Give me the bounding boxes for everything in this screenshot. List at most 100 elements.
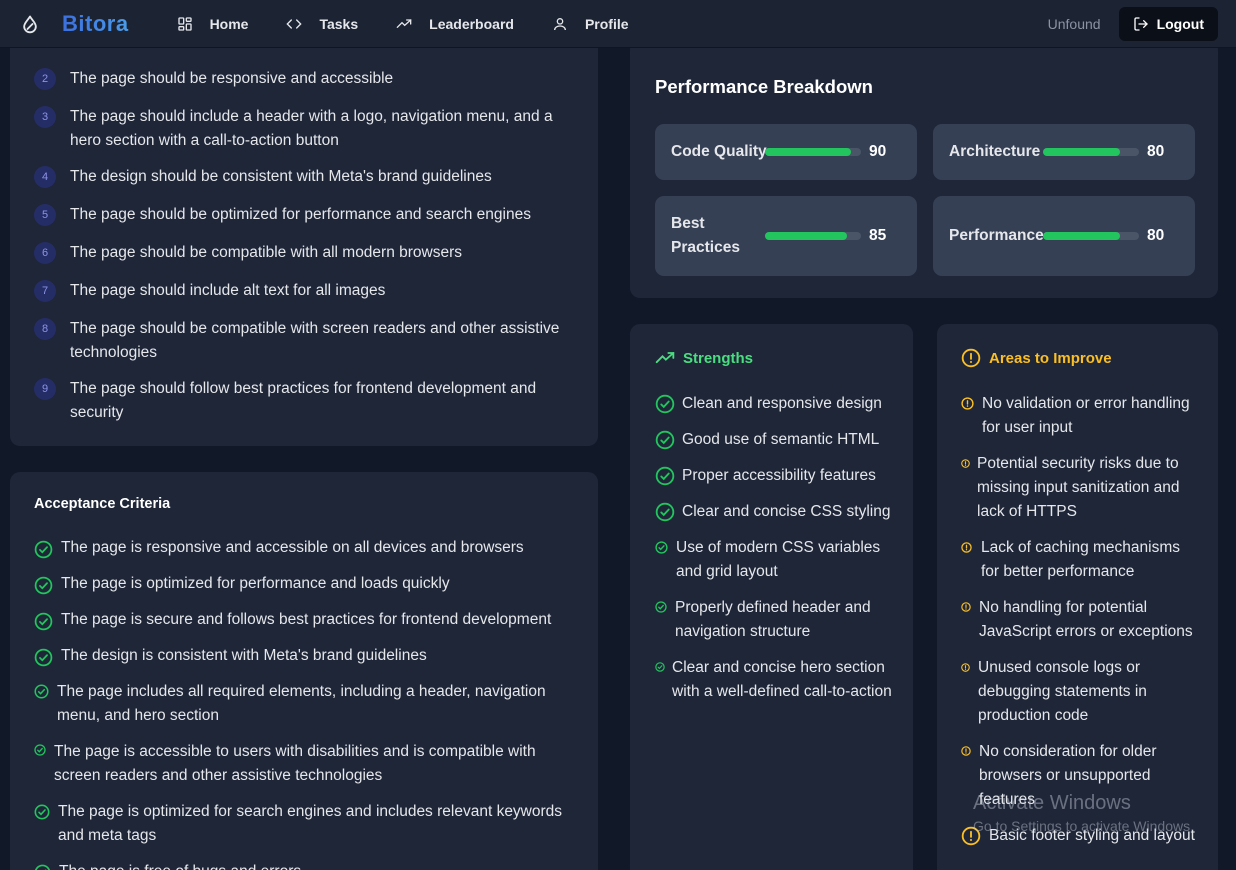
check-circle-icon [655,466,675,486]
metric-value: 90 [869,143,887,160]
requirement-text: The page should be optimized for perform… [70,206,531,223]
trending-up-icon [396,18,412,28]
alert-circle-icon [961,459,970,468]
check-circle-icon [34,744,46,756]
improve-text: Lack of caching mechanisms for better pe… [981,539,1181,580]
logo[interactable]: Bitora [20,11,129,37]
improve-text: Potential security risks due to missing … [977,455,1180,520]
improve-item: No handling for potential JavaScript err… [961,596,1201,644]
nav-tasks-label: Tasks [319,15,359,32]
acceptance-item: The page is optimized for search engines… [34,800,578,848]
requirement-item: 6 The page should be compatible with all… [34,241,580,265]
check-circle-icon [34,684,49,699]
check-circle-icon [655,601,667,613]
requirement-number: 2 [34,68,56,90]
nav-home[interactable]: Home [177,15,249,32]
activation-watermark-subtitle: Go to Settings to activate Windows. [973,818,1194,834]
nav-tasks[interactable]: Tasks [286,16,358,32]
check-circle-icon [655,430,675,450]
acceptance-item: The page includes all required elements,… [34,680,577,728]
requirement-item: 3 The page should include a header with … [34,105,580,153]
acceptance-criteria-title: Acceptance Criteria [34,496,171,512]
check-circle-icon [655,394,675,414]
areas-to-improve-card: Areas to Improve No validation or error … [937,324,1218,870]
flame-logo-icon [23,15,37,33]
improve-text: No handling for potential JavaScript err… [979,599,1193,640]
app-name: Bitora [62,10,129,36]
metric-architecture: Architecture 80 [933,124,1195,180]
requirement-number: 9 [34,378,56,400]
metric-progress-bar [1043,148,1139,156]
activation-watermark-title: Activate Windows [973,792,1131,814]
logout-icon [1133,17,1148,31]
acceptance-item: The page is free of bugs and errors [34,860,579,870]
requirement-item: 7 The page should include alt text for a… [34,279,580,303]
metric-progress-fill [765,148,852,156]
nav-leaderboard-label: Leaderboard [429,15,514,32]
requirement-number: 4 [34,166,56,188]
requirement-item: 8 The page should be compatible with scr… [34,317,580,365]
trending-up-icon [655,352,675,364]
user-icon [553,17,566,30]
check-circle-icon [655,662,665,672]
metric-progress-fill [1043,148,1120,156]
alert-circle-icon [961,746,971,756]
strength-item: Proper accessibility features [655,464,905,488]
improve-title: Areas to Improve [989,349,1112,367]
requirement-text: The page should be compatible with all m… [70,244,463,261]
metric-progress-bar [765,148,861,156]
acceptance-text: The page is optimized for search engines… [58,803,563,844]
strength-text: Clean and responsive design [682,395,882,412]
strengths-card: Strengths Clean and responsive design Go… [630,324,913,870]
requirement-item: 4 The design should be consistent with M… [34,165,580,189]
alert-circle-icon [961,348,981,368]
performance-title: Performance Breakdown [655,76,873,97]
requirement-text: The page should be compatible with scree… [70,320,560,361]
nav-leaderboard[interactable]: Leaderboard [396,16,514,32]
strength-text: Clear and concise CSS styling [682,503,891,520]
acceptance-text: The design is consistent with Meta's bra… [61,647,427,664]
requirement-text: The page should include alt text for all… [70,282,386,299]
requirement-item: 9 The page should follow best practices … [34,377,580,425]
metric-code-quality: Code Quality 90 [655,124,917,180]
check-circle-icon [34,804,50,820]
improve-item: No validation or error handling for user… [961,392,1201,440]
logout-label: Logout [1156,16,1204,32]
strength-item: Clear and concise hero section with a we… [655,656,895,704]
metric-label: Best Practices [671,215,740,256]
metric-progress-fill [1043,232,1120,240]
metric-progress-fill [765,232,847,240]
alert-circle-icon [961,602,971,612]
requirements-card: 2 The page should be responsive and acce… [10,20,598,446]
logout-button[interactable]: Logout [1118,7,1218,41]
alert-circle-icon [961,663,970,672]
strength-text: Use of modern CSS variables and grid lay… [676,539,881,580]
acceptance-item: The page is accessible to users with dis… [34,740,574,788]
improve-item: Unused console logs or debugging stateme… [961,656,1201,728]
acceptance-text: The page is free of bugs and errors [59,860,579,870]
grid-icon [177,16,192,31]
strength-item: Clear and concise CSS styling [655,500,905,524]
nav-profile[interactable]: Profile [552,16,629,32]
check-circle-icon [34,540,53,559]
metric-label: Code Quality [671,143,767,160]
check-circle-icon [34,576,53,595]
acceptance-text: The page is accessible to users with dis… [54,743,536,784]
metric-value: 85 [869,227,887,244]
strength-text: Proper accessibility features [682,467,876,484]
strength-item: Good use of semantic HTML [655,428,905,452]
performance-breakdown-card: Performance Breakdown Code Quality 90 Ar… [630,40,1218,298]
check-circle-icon [655,541,668,554]
strength-item: Use of modern CSS variables and grid lay… [655,536,895,584]
acceptance-text: The page is optimized for performance an… [61,575,450,592]
strength-text: Clear and concise hero section with a we… [672,659,892,700]
nav-home-label: Home [209,15,249,32]
metric-label: Performance [949,227,1044,244]
acceptance-text: The page includes all required elements,… [57,683,546,724]
metric-best-practices: Best Practices 85 [655,196,917,276]
check-circle-icon [34,648,53,667]
metric-progress-bar [1043,232,1139,240]
acceptance-item: The page is secure and follows best prac… [34,608,581,632]
improve-text: Unused console logs or debugging stateme… [978,659,1147,724]
metric-label: Architecture [949,143,1041,160]
